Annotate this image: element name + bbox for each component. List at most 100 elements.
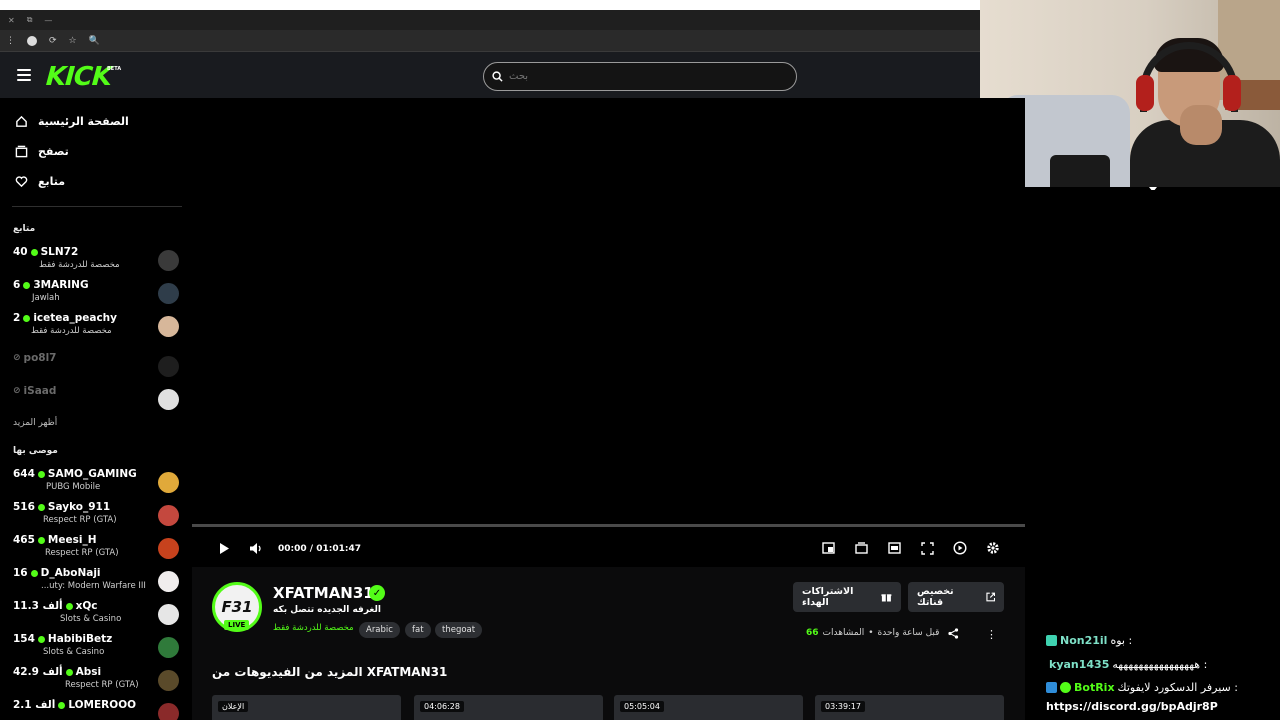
- webcam-overlay: [980, 0, 1280, 187]
- live-dot-icon: [65, 602, 73, 610]
- avatar: [158, 637, 179, 658]
- more-options-icon[interactable]: ⋮: [986, 628, 997, 641]
- more-videos-heading: المزيد من الفيديوهات من XFATMAN31: [212, 665, 448, 679]
- tag-arabic[interactable]: Arabic: [359, 622, 400, 638]
- following-heading: متابع: [13, 224, 36, 234]
- chat-message: kyan1435 ههههههههههههههههه :: [1049, 658, 1207, 671]
- recommended-channel[interactable]: 516 Sayko_911 Respect RP (GTA): [13, 501, 179, 531]
- recommended-channel[interactable]: 42.9 ألف Absi Respect RP (GTA): [13, 666, 179, 696]
- viewer-count: 66: [806, 628, 819, 638]
- tag-fat[interactable]: fat: [405, 622, 431, 638]
- viewer-count: 2: [13, 312, 21, 324]
- live-dot-icon: [65, 668, 73, 676]
- verified-check-icon: ✓: [369, 585, 385, 601]
- chat-message: Non21il بوه :: [1046, 634, 1132, 647]
- gift-subs-button[interactable]: الاشتراكات الهداء: [793, 582, 901, 612]
- browser-tab-strip: ✕ ⧉ —: [0, 10, 980, 30]
- avatar: [158, 670, 179, 691]
- avatar: [158, 505, 179, 526]
- customize-channel-button[interactable]: تخصيص قناتك: [908, 582, 1004, 612]
- gift-subs-label: الاشتراكات الهداء: [802, 586, 854, 608]
- clip-icon[interactable]: [854, 541, 868, 555]
- search-bar[interactable]: [483, 62, 797, 91]
- show-more-link[interactable]: أظهر المزيد: [13, 418, 57, 428]
- live-dot-icon: [23, 314, 31, 322]
- time-separator: /: [309, 544, 314, 554]
- live-dot-icon: [37, 536, 45, 544]
- channel-category: مخصصة للدردشة فقط: [39, 260, 120, 270]
- avatar: [158, 389, 179, 410]
- search-input[interactable]: [509, 71, 769, 82]
- recommended-channel[interactable]: 16 D_AboNaji ...uty: Modern Warfare III: [13, 567, 179, 597]
- viewer-count: 644: [13, 468, 35, 480]
- play-icon[interactable]: [217, 541, 231, 555]
- followed-channel[interactable]: ⊘ iSaad: [13, 385, 179, 415]
- nav-home[interactable]: الصفحة الرئيسية: [14, 114, 129, 128]
- heart-icon: [14, 174, 28, 188]
- avatar: [158, 250, 179, 271]
- viewer-count: 11.3 ألف: [13, 600, 63, 612]
- channel-name: Sayko_911: [47, 501, 111, 513]
- recommended-heading: موصى بها: [13, 446, 58, 456]
- home-icon: [14, 114, 28, 128]
- playback-speed-icon[interactable]: [953, 541, 967, 555]
- minimize-window-icon[interactable]: —: [44, 16, 52, 25]
- nav-browse[interactable]: تصفح: [14, 144, 69, 158]
- channel-name: LOMEROOO: [68, 699, 137, 711]
- video-thumbnail[interactable]: 05:05:04: [614, 695, 803, 720]
- live-dot-icon: [37, 635, 45, 643]
- stream-category[interactable]: مخصصة للدردشة فقط: [273, 623, 354, 633]
- live-dot-icon: [58, 701, 66, 709]
- duration: 01:01:47: [316, 544, 362, 554]
- channel-name: xQc: [75, 600, 98, 612]
- menu-dots-icon[interactable]: ⋮: [6, 36, 15, 46]
- stream-info-panel: F31 LIVE XFATMAN31 ✓ الغرفه الجديده تتصل…: [192, 567, 1025, 720]
- avatar: [158, 571, 179, 592]
- nav-following[interactable]: متابع: [14, 174, 65, 188]
- video-thumbnail[interactable]: الإعلان: [212, 695, 401, 720]
- profile-icon[interactable]: [27, 35, 37, 46]
- extensions-icon[interactable]: ⟳: [49, 36, 57, 46]
- followed-channel[interactable]: 6 3MARING Jawlah: [13, 279, 179, 309]
- browser-toolbar: ⋮ ⟳ ☆ 🔍: [0, 30, 980, 52]
- recommended-channel[interactable]: 11.3 ألف xQc Slots & Casino: [13, 600, 179, 630]
- recommended-channel[interactable]: 154 HabibiBetz Slots & Casino: [13, 633, 179, 663]
- share-icon[interactable]: [948, 628, 959, 642]
- streamer-name[interactable]: XFATMAN31: [273, 584, 374, 602]
- sidebar-divider: [12, 206, 182, 207]
- channel-category: مخصصة للدردشة فقط: [31, 326, 112, 336]
- followed-channel[interactable]: 2 icetea_peachy مخصصة للدردشة فقط: [13, 312, 179, 342]
- fullscreen-icon[interactable]: [920, 541, 934, 555]
- volume-icon[interactable]: [249, 541, 263, 555]
- stream-title: الغرفه الجديده تتصل بكه: [273, 605, 381, 615]
- recommended-channel[interactable]: 2.1 ألف LOMEROOO: [13, 699, 179, 720]
- followed-channel[interactable]: 40 SLN72 مخصصة للدردشة فقط: [13, 246, 179, 276]
- settings-gear-icon[interactable]: [986, 541, 1000, 555]
- tag-thegoat[interactable]: thegoat: [435, 622, 483, 638]
- chat-link[interactable]: https://discord.gg/bpAdjr8P: [1046, 700, 1218, 713]
- thumbnail-duration: 03:39:17: [821, 701, 865, 712]
- video-player[interactable]: [192, 98, 1025, 526]
- close-window-icon[interactable]: ✕: [8, 16, 15, 25]
- mini-player-icon[interactable]: [821, 541, 835, 555]
- recommended-channel[interactable]: 465 Meesi_H Respect RP (GTA): [13, 534, 179, 564]
- bookmark-star-icon[interactable]: ☆: [69, 36, 77, 46]
- chat-username[interactable]: Non21il: [1060, 634, 1107, 647]
- restore-window-icon[interactable]: ⧉: [27, 15, 33, 25]
- followed-channel[interactable]: ⊘ po8l7: [13, 352, 179, 382]
- chat-panel: Non21il بوه : kyan1435 ههههههههههههههههه…: [1025, 190, 1280, 720]
- stream-time-ago: قبل ساعة واحدة: [877, 628, 940, 638]
- subscriber-badge-icon: [1046, 635, 1057, 646]
- video-thumbnail[interactable]: 03:39:17: [815, 695, 1004, 720]
- avatar: [158, 538, 179, 559]
- video-thumbnail[interactable]: 04:06:28: [414, 695, 603, 720]
- nav-browse-label: تصفح: [38, 144, 69, 158]
- chat-username[interactable]: BotRix: [1074, 681, 1115, 694]
- find-icon[interactable]: 🔍: [89, 36, 100, 46]
- kick-logo[interactable]: KICK: [45, 62, 112, 92]
- chat-username[interactable]: kyan1435: [1049, 658, 1109, 671]
- avatar: [158, 316, 179, 337]
- hamburger-menu-icon[interactable]: [17, 69, 31, 81]
- recommended-channel[interactable]: 644 SAMO_GAMING PUBG Mobile: [13, 468, 179, 498]
- theater-mode-icon[interactable]: [887, 541, 901, 555]
